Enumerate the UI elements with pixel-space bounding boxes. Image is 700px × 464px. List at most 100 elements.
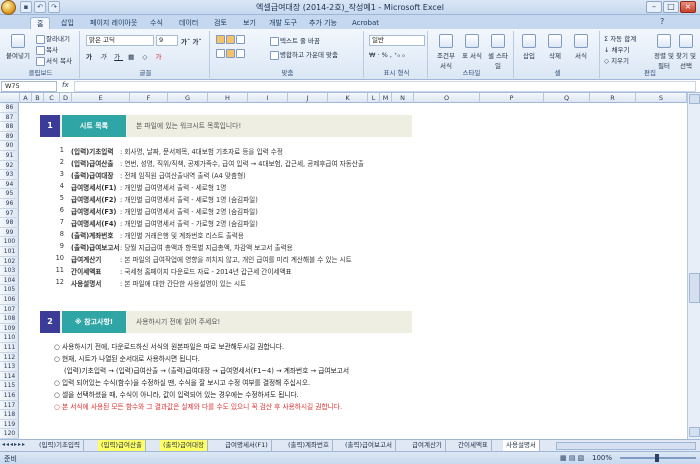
format-painter-button[interactable]: 서식 복사	[36, 55, 72, 66]
minimize-icon[interactable]: –	[646, 1, 662, 13]
sheet-tab[interactable]: (출력)급여보고서	[342, 440, 396, 451]
column-header[interactable]: B	[32, 93, 44, 103]
column-header[interactable]: N	[392, 93, 414, 103]
align-left-icon[interactable]	[216, 49, 246, 58]
row-header[interactable]: 95	[0, 189, 19, 199]
row-header[interactable]: 98	[0, 218, 19, 228]
tab-home[interactable]: 홈	[30, 17, 51, 29]
select-all[interactable]	[0, 93, 20, 103]
column-header[interactable]: J	[288, 93, 328, 103]
tab-formulas[interactable]: 수식	[144, 17, 169, 29]
row-header[interactable]: 113	[0, 362, 19, 372]
row-header[interactable]: 100	[0, 237, 19, 247]
scroll-down-icon[interactable]	[689, 427, 700, 437]
column-header[interactable]: H	[208, 93, 248, 103]
help-icon[interactable]: ?	[660, 17, 664, 26]
sheet-tab[interactable]: (입력)급여산출	[98, 440, 146, 451]
tab-insert[interactable]: 삽입	[55, 17, 80, 29]
name-box[interactable]: W75	[1, 81, 57, 92]
zoom-thumb[interactable]	[655, 454, 659, 462]
font-size-select[interactable]: 9	[156, 35, 178, 46]
row-header[interactable]: 112	[0, 353, 19, 363]
paste-button[interactable]: 붙여넣기	[6, 34, 30, 60]
column-header[interactable]: S	[636, 93, 687, 103]
clear-button[interactable]: ◇ 지우기	[604, 55, 629, 65]
tab-nav-icon[interactable]: ◂◂◂▸▸▸	[2, 441, 26, 448]
column-header[interactable]: L	[368, 93, 380, 103]
row-header[interactable]: 110	[0, 333, 19, 343]
column-header[interactable]: M	[380, 93, 392, 103]
row-header[interactable]: 94	[0, 180, 19, 190]
formula-input[interactable]	[74, 81, 696, 92]
tab-view[interactable]: 보기	[237, 17, 262, 29]
conditional-format-button[interactable]: 조건부 서식	[434, 34, 458, 70]
tab-developer[interactable]: 개발 도구	[263, 17, 303, 29]
merge-center-button[interactable]: 병합하고 가운데 맞춤	[270, 49, 338, 60]
column-header[interactable]: A	[20, 93, 32, 103]
row-header[interactable]: 106	[0, 295, 19, 305]
column-header[interactable]: D	[60, 93, 72, 103]
row-header[interactable]: 102	[0, 257, 19, 267]
row-header[interactable]: 117	[0, 401, 19, 411]
row-header[interactable]: 101	[0, 247, 19, 257]
currency-icon[interactable]: ₩ · % , ⁺₀ ₀	[369, 51, 405, 59]
sheet-tab[interactable]: (입력)기초입력	[36, 440, 84, 451]
tab-page-layout[interactable]: 페이지 레이아웃	[84, 17, 143, 29]
align-top-icon[interactable]	[216, 35, 246, 44]
sheet-tab[interactable]: (출력)급여대장	[160, 440, 208, 451]
column-header[interactable]: P	[480, 93, 544, 103]
sheet-tab-active[interactable]: 사용설명서	[503, 440, 540, 451]
row-header[interactable]: 107	[0, 305, 19, 315]
column-header[interactable]: G	[168, 93, 208, 103]
format-cells-button[interactable]: 서식	[574, 34, 588, 60]
column-header[interactable]: O	[414, 93, 480, 103]
row-header[interactable]: 96	[0, 199, 19, 209]
sheet-tab[interactable]: (출력)계좌번호	[285, 440, 333, 451]
row-header[interactable]: 91	[0, 151, 19, 161]
row-header[interactable]: 108	[0, 314, 19, 324]
fx-icon[interactable]: fx	[62, 81, 69, 89]
row-header[interactable]: 115	[0, 381, 19, 391]
scroll-up-icon[interactable]	[689, 94, 700, 104]
grow-font-icon[interactable]: 가ˆ 가ˇ	[181, 36, 202, 46]
row-header[interactable]: 88	[0, 122, 19, 132]
row-header[interactable]: 97	[0, 209, 19, 219]
sheet-tab[interactable]: 급여명세서(F1)	[222, 440, 272, 451]
row-header[interactable]: 111	[0, 343, 19, 353]
cell-style-button[interactable]: 셀 스타일	[486, 34, 510, 70]
wrap-text-button[interactable]: 텍스트 줄 바꿈	[270, 35, 320, 46]
row-header[interactable]: 104	[0, 276, 19, 286]
row-header[interactable]: 120	[0, 429, 19, 439]
column-header[interactable]: C	[44, 93, 60, 103]
column-header[interactable]: F	[130, 93, 168, 103]
copy-button[interactable]: 복사	[36, 44, 58, 55]
row-header[interactable]: 86	[0, 103, 19, 113]
tab-acrobat[interactable]: Acrobat	[346, 17, 385, 29]
row-header[interactable]: 93	[0, 170, 19, 180]
font-name-select[interactable]: 맑은 고딕	[86, 35, 154, 46]
row-header[interactable]: 89	[0, 132, 19, 142]
view-buttons-icon[interactable]: ▦ ▤ ▧	[560, 454, 584, 462]
tab-addins[interactable]: 추가 기능	[303, 17, 343, 29]
row-header[interactable]: 105	[0, 285, 19, 295]
table-format-button[interactable]: 표 서식	[460, 34, 484, 60]
worksheet[interactable]: 1 시트 목록 본 파일에 있는 워크시트 목록입니다! 1 (입력)기초입력: …	[20, 103, 687, 439]
close-icon[interactable]: ×	[680, 1, 696, 13]
row-header[interactable]: 114	[0, 372, 19, 382]
sheet-tab[interactable]: 급여계산기	[409, 440, 446, 451]
autosum-button[interactable]: Σ 자동 합계	[604, 33, 636, 43]
delete-cells-button[interactable]: 삭제	[548, 34, 562, 60]
zoom-level[interactable]: 100%	[592, 454, 612, 462]
row-header[interactable]: 118	[0, 410, 19, 420]
row-header[interactable]: 116	[0, 391, 19, 401]
row-header[interactable]: 92	[0, 161, 19, 171]
horizontal-scrollbar[interactable]	[556, 442, 696, 450]
maximize-icon[interactable]: □	[663, 1, 679, 13]
row-header[interactable]: 87	[0, 113, 19, 123]
tab-review[interactable]: 검토	[208, 17, 233, 29]
sheet-tab[interactable]: 간이세액표	[455, 440, 492, 451]
row-header[interactable]: 90	[0, 141, 19, 151]
row-header[interactable]: 109	[0, 324, 19, 334]
fill-button[interactable]: ↓ 채우기	[604, 44, 629, 54]
scroll-thumb[interactable]	[689, 273, 700, 303]
